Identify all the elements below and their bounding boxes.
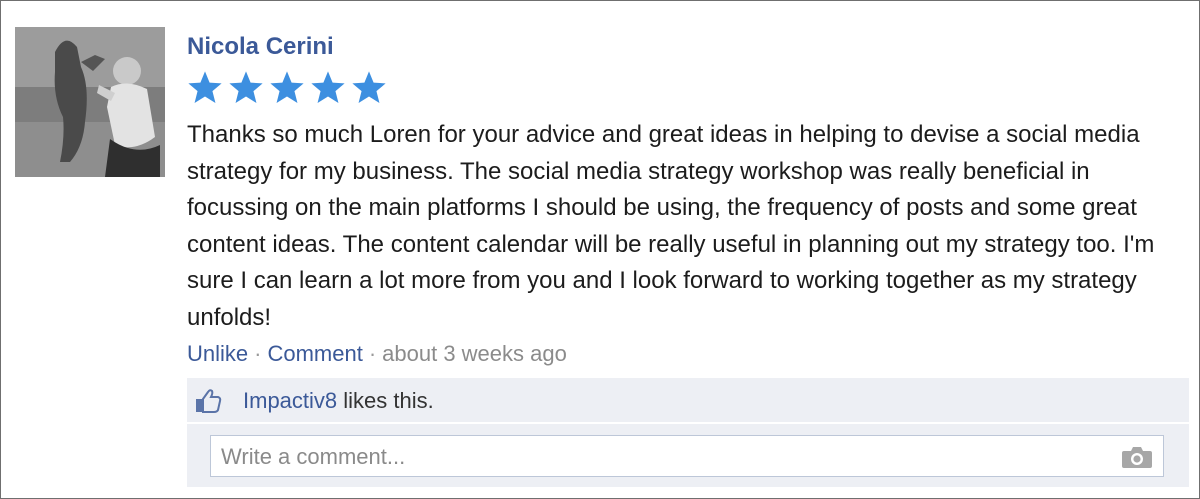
comment-box xyxy=(210,435,1164,477)
liker-name[interactable]: Impactiv8 xyxy=(243,388,337,413)
comment-input[interactable] xyxy=(219,442,1103,472)
comment-link[interactable]: Comment xyxy=(267,341,362,366)
unlike-link[interactable]: Unlike xyxy=(187,341,248,366)
timestamp: about 3 weeks ago xyxy=(382,341,567,366)
review-actions: Unlike · Comment · about 3 weeks ago xyxy=(187,340,567,368)
star-icon xyxy=(229,71,263,104)
camera-icon[interactable] xyxy=(1121,445,1153,469)
comment-bar xyxy=(187,424,1189,487)
likes-bar: Impactiv8 likes this. xyxy=(187,378,1189,422)
separator: · xyxy=(368,341,377,366)
star-icon xyxy=(270,71,304,104)
avatar-photo xyxy=(15,27,165,177)
star-icon xyxy=(188,71,222,104)
author-name[interactable]: Nicola Cerini xyxy=(187,32,334,62)
star-icon xyxy=(352,71,386,104)
review-card: Nicola Cerini Thanks so much Loren for y… xyxy=(0,0,1200,499)
thumbs-up-icon xyxy=(196,389,222,413)
likes-suffix: likes this. xyxy=(337,388,434,413)
avatar[interactable] xyxy=(15,27,165,177)
likes-summary: Impactiv8 likes this. xyxy=(243,387,434,415)
star-rating xyxy=(185,69,389,107)
separator: · xyxy=(254,341,262,366)
star-icon xyxy=(311,71,345,104)
review-text: Thanks so much Loren for your advice and… xyxy=(187,121,1155,331)
